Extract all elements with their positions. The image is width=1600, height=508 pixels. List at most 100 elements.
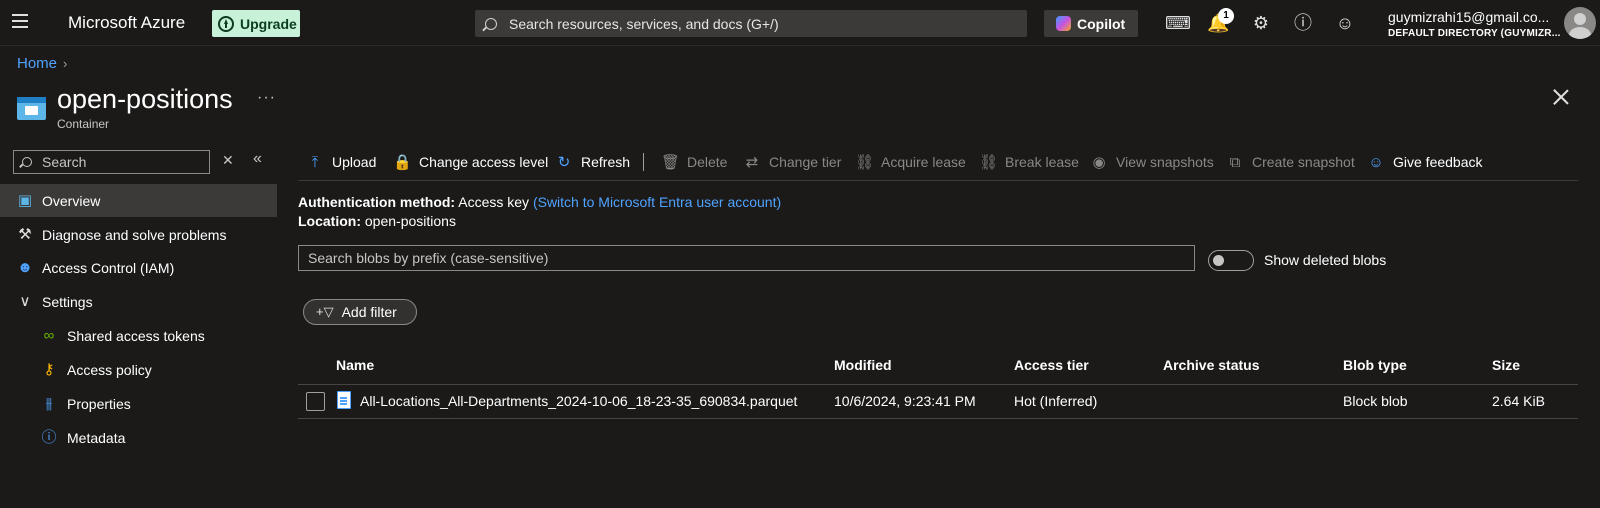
global-search-placeholder: Search resources, services, and docs (G+… xyxy=(509,15,779,32)
breadcrumb-home-link[interactable]: Home xyxy=(17,55,57,72)
sidebar-item-properties[interactable]: ⫵ Properties xyxy=(0,387,277,420)
switch-auth-link[interactable]: (Switch to Microsoft Entra user account) xyxy=(533,194,781,210)
copilot-button[interactable]: Copilot xyxy=(1044,10,1138,37)
swap-icon: ⇄ xyxy=(745,154,759,171)
broken-link-icon: ⛓ xyxy=(979,154,999,171)
sliders-icon: ⫵ xyxy=(45,394,53,412)
create-snapshot-label: Create snapshot xyxy=(1252,154,1355,170)
feedback-icon[interactable]: ☺ xyxy=(1334,12,1356,34)
upload-icon: ⤒ xyxy=(311,153,319,171)
column-header-access-tier[interactable]: Access tier xyxy=(1014,357,1089,373)
refresh-icon: ↻ xyxy=(557,154,571,171)
sidebar-item-iam[interactable]: ☻ Access Control (IAM) xyxy=(0,251,277,284)
table-row-divider xyxy=(298,418,1578,419)
clear-search-icon[interactable]: ✕ xyxy=(222,152,234,169)
give-feedback-button[interactable]: ☺ Give feedback xyxy=(1367,150,1482,174)
show-deleted-toggle[interactable] xyxy=(1208,250,1254,271)
create-snapshot-button[interactable]: ⧉ Create snapshot xyxy=(1226,150,1355,174)
link-chain-icon: ⛓ xyxy=(855,154,875,171)
search-icon xyxy=(485,17,497,30)
add-filter-button[interactable]: +▽ Add filter xyxy=(303,299,417,325)
feedback-person-icon: ☺ xyxy=(1368,153,1384,171)
container-icon: ▣ xyxy=(17,191,33,209)
acquire-lease-button[interactable]: ⛓ Acquire lease xyxy=(855,150,966,174)
upgrade-button[interactable]: Upgrade xyxy=(212,10,300,37)
sidebar-item-label: Shared access tokens xyxy=(67,327,205,344)
toolbar-divider xyxy=(643,153,644,171)
settings-gear-icon[interactable]: ⚙ xyxy=(1250,12,1272,34)
nav-search-placeholder: Search xyxy=(42,154,87,170)
portal-brand[interactable]: Microsoft Azure xyxy=(68,13,185,33)
column-header-archive-status[interactable]: Archive status xyxy=(1163,357,1259,373)
auth-method-line: Authentication method: Access key (Switc… xyxy=(298,194,781,210)
more-options-button[interactable]: ··· xyxy=(257,89,276,107)
blob-type: Block blob xyxy=(1343,393,1408,409)
refresh-button[interactable]: ↻ Refresh xyxy=(555,150,630,174)
blob-modified: 10/6/2024, 9:23:41 PM xyxy=(834,393,976,409)
column-header-size[interactable]: Size xyxy=(1492,357,1520,373)
filter-add-icon: +▽ xyxy=(316,304,334,319)
help-icon[interactable]: ⓘ xyxy=(1292,12,1314,34)
row-select-checkbox[interactable] xyxy=(306,392,325,411)
view-snapshots-button[interactable]: ◉ View snapshots xyxy=(1090,150,1214,174)
sidebar-item-label: Properties xyxy=(67,395,131,412)
location-value: open-positions xyxy=(364,213,456,229)
blob-search-placeholder: Search blobs by prefix (case-sensitive) xyxy=(308,250,549,266)
blob-search-input[interactable]: Search blobs by prefix (case-sensitive) xyxy=(298,245,1195,271)
collapse-nav-icon[interactable]: « xyxy=(253,150,262,168)
show-deleted-label: Show deleted blobs xyxy=(1264,252,1387,268)
table-header-divider xyxy=(298,384,1578,385)
upload-button[interactable]: ⤒ Upload xyxy=(306,150,377,174)
column-header-blob-type[interactable]: Blob type xyxy=(1343,357,1407,373)
auth-method-label: Authentication method: xyxy=(298,194,456,210)
location-label: Location: xyxy=(298,213,361,229)
hamburger-menu-icon[interactable] xyxy=(12,14,30,30)
nav-search-input[interactable]: Search xyxy=(13,150,210,174)
search-icon xyxy=(22,157,32,167)
break-lease-button[interactable]: ⛓ Break lease xyxy=(979,150,1079,174)
cloud-shell-icon[interactable]: ⌨ xyxy=(1165,12,1191,34)
global-search-input[interactable]: Search resources, services, and docs (G+… xyxy=(475,10,1027,37)
page-subtitle: Container xyxy=(57,117,110,131)
sidebar-item-metadata[interactable]: ⓘ Metadata xyxy=(0,421,277,454)
change-tier-button[interactable]: ⇄ Change tier xyxy=(743,150,842,174)
sidebar-item-access-policy[interactable]: ⚷ Access policy xyxy=(0,353,277,386)
toolbar-divider-line xyxy=(298,180,1578,181)
sidebar-item-label: Overview xyxy=(42,192,101,209)
delete-button[interactable]: 🗑 Delete xyxy=(661,150,727,174)
view-snapshots-label: View snapshots xyxy=(1116,154,1214,170)
change-access-level-button[interactable]: 🔒 Change access level xyxy=(393,150,548,174)
sidebar-group-settings[interactable]: ∨ Settings xyxy=(0,285,277,318)
user-directory[interactable]: DEFAULT DIRECTORY (GUYMIZR... xyxy=(1388,28,1561,39)
sidebar-item-shared-access-tokens[interactable]: ∞ Shared access tokens xyxy=(0,319,277,352)
column-header-name[interactable]: Name xyxy=(336,357,374,373)
blob-size: 2.64 KiB xyxy=(1492,393,1545,409)
avatar[interactable] xyxy=(1564,7,1596,39)
blob-access-tier: Hot (Inferred) xyxy=(1014,393,1098,409)
user-email[interactable]: guymizrahi15@gmail.co... xyxy=(1388,9,1549,25)
key-icon: ⚷ xyxy=(43,360,55,378)
change-tier-label: Change tier xyxy=(769,154,842,170)
people-icon: ☻ xyxy=(17,258,33,276)
trash-icon: 🗑 xyxy=(661,154,681,171)
sidebar-item-overview[interactable]: ▣ Overview xyxy=(0,184,277,217)
upgrade-arrow-icon xyxy=(218,15,234,32)
copilot-label: Copilot xyxy=(1077,15,1126,32)
sidebar-item-label: Metadata xyxy=(67,429,126,446)
file-icon xyxy=(337,391,351,409)
close-icon[interactable] xyxy=(1552,88,1570,106)
link-icon: ∞ xyxy=(43,326,55,344)
upload-label: Upload xyxy=(332,154,377,170)
sidebar-item-label: Diagnose and solve problems xyxy=(42,226,227,243)
info-icon: ⓘ xyxy=(41,428,57,446)
location-line: Location: open-positions xyxy=(298,213,456,229)
page-title: open-positions xyxy=(57,84,233,114)
snapshot-icon: ⧉ xyxy=(1229,153,1241,171)
column-header-modified[interactable]: Modified xyxy=(834,357,892,373)
add-filter-label: Add filter xyxy=(341,304,397,320)
blob-name-link[interactable]: All-Locations_All-Departments_2024-10-06… xyxy=(360,393,797,409)
sidebar-item-diagnose[interactable]: ⚒ Diagnose and solve problems xyxy=(0,218,277,251)
sidebar-item-label: Access policy xyxy=(67,361,152,378)
break-lease-label: Break lease xyxy=(1005,154,1079,170)
copilot-icon xyxy=(1056,16,1071,31)
